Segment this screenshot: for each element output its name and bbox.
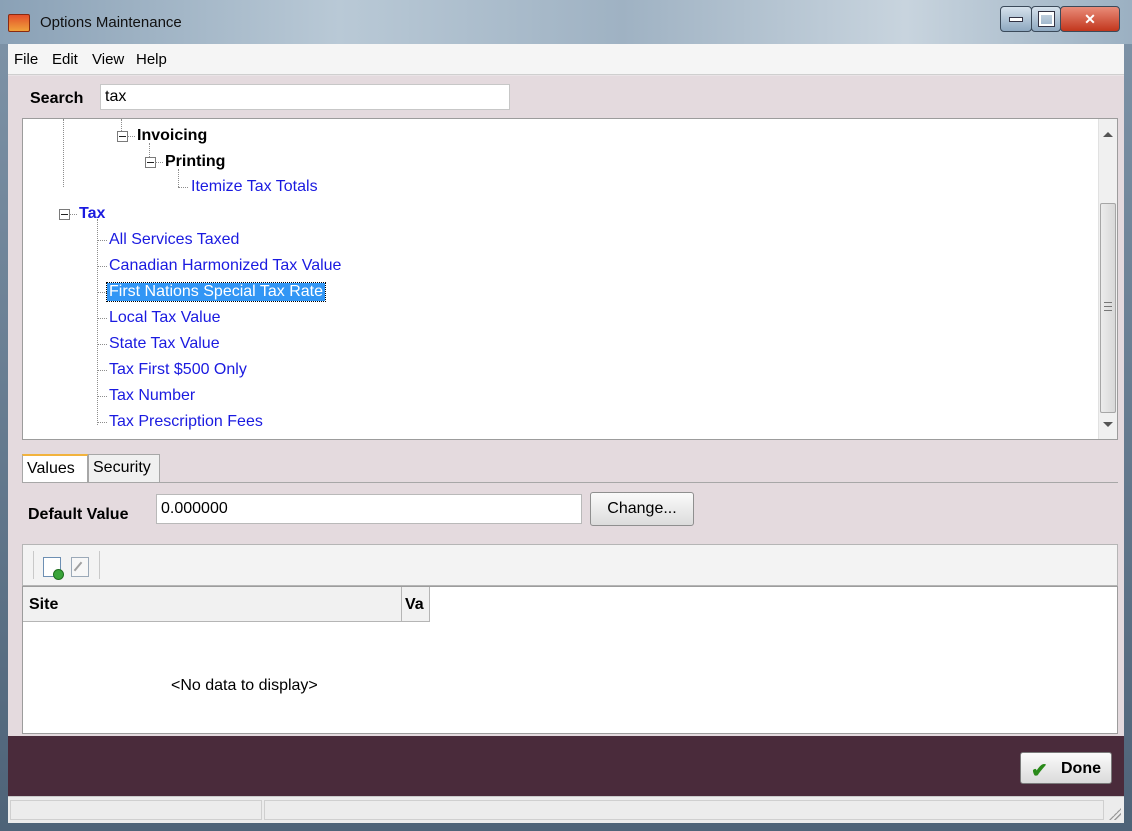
tree-connector bbox=[127, 136, 135, 137]
tab-security[interactable]: Security bbox=[88, 454, 160, 482]
done-button[interactable]: ✔ Done bbox=[1020, 752, 1112, 784]
done-label: Done bbox=[1061, 760, 1101, 777]
tab-divider bbox=[22, 482, 1118, 483]
tree-item-tax-selected[interactable]: First Nations Special Tax Rate bbox=[105, 282, 327, 302]
window-title: Options Maintenance bbox=[40, 14, 182, 31]
default-value-label: Default Value bbox=[28, 506, 129, 523]
search-input[interactable] bbox=[100, 84, 510, 110]
search-label: Search bbox=[30, 90, 84, 107]
tree-connector bbox=[97, 422, 107, 423]
tree-connector bbox=[97, 370, 107, 371]
tree-node-printing[interactable]: Printing bbox=[165, 153, 225, 171]
window: Options Maintenance ✕ File Edit View Hel… bbox=[0, 0, 1132, 831]
tree-item-tax[interactable]: Local Tax Value bbox=[109, 309, 220, 327]
tree-node-tax[interactable]: Tax bbox=[79, 205, 105, 223]
tree-connector bbox=[97, 219, 98, 425]
tree-connector bbox=[97, 344, 107, 345]
tree-node-itemize-tax-totals[interactable]: Itemize Tax Totals bbox=[191, 178, 318, 196]
status-panel bbox=[264, 800, 1104, 820]
tree-connector bbox=[149, 143, 150, 157]
options-tree[interactable]: Invoicing Printing Itemize Tax Totals Ta… bbox=[22, 118, 1118, 440]
tree-connector bbox=[97, 266, 107, 267]
tree-node-invoicing[interactable]: Invoicing bbox=[137, 127, 207, 145]
app-icon bbox=[8, 14, 30, 32]
scroll-thumb[interactable] bbox=[1100, 203, 1116, 413]
menu-help[interactable]: Help bbox=[136, 51, 167, 68]
grid-toolbar bbox=[22, 544, 1118, 586]
minimize-button[interactable] bbox=[1000, 6, 1032, 32]
scroll-up-icon[interactable] bbox=[1103, 132, 1113, 137]
close-button[interactable]: ✕ bbox=[1060, 6, 1120, 32]
grid-header: Site Va bbox=[23, 587, 430, 622]
column-header-value[interactable]: Va bbox=[405, 596, 427, 614]
grip-icon bbox=[1104, 302, 1112, 311]
maximize-button[interactable] bbox=[1031, 6, 1061, 32]
title-bar[interactable]: Options Maintenance ✕ bbox=[0, 0, 1132, 44]
checkmark-icon: ✔ bbox=[1031, 760, 1048, 782]
menu-file[interactable]: File bbox=[14, 51, 38, 68]
new-record-icon[interactable] bbox=[43, 557, 64, 580]
resize-grip-icon[interactable] bbox=[1109, 808, 1121, 820]
tree-connector bbox=[69, 214, 77, 215]
main-panel: Search Invoicing Printing Itemize Tax To… bbox=[8, 76, 1124, 736]
toolbar-separator bbox=[99, 551, 100, 579]
tree-connector bbox=[155, 162, 163, 163]
tree-item-tax[interactable]: Tax Number bbox=[109, 387, 195, 405]
tree-item-tax[interactable]: State Tax Value bbox=[109, 335, 220, 353]
tree-connector bbox=[97, 240, 107, 241]
tree-item-tax[interactable]: Canadian Harmonized Tax Value bbox=[109, 257, 341, 275]
edit-record-icon[interactable] bbox=[71, 557, 89, 577]
minimize-icon bbox=[1009, 16, 1023, 22]
client-area: File Edit View Help Search Invoicing Pri… bbox=[8, 44, 1124, 823]
tree-item-tax[interactable]: All Services Taxed bbox=[109, 231, 239, 249]
status-bar bbox=[8, 796, 1124, 823]
tab-strip: Values Security bbox=[22, 450, 1118, 484]
close-icon: ✕ bbox=[1084, 10, 1096, 27]
scroll-down-icon[interactable] bbox=[1103, 422, 1113, 427]
tree-item-tax[interactable]: Tax First $500 Only bbox=[109, 361, 247, 379]
tree-connector bbox=[63, 119, 64, 187]
menu-edit[interactable]: Edit bbox=[52, 51, 78, 68]
footer-bar: ✔ Done bbox=[8, 736, 1124, 796]
tree-connector bbox=[178, 187, 188, 188]
site-values-grid[interactable]: Site Va <No data to display> bbox=[22, 586, 1118, 734]
tree-connector bbox=[121, 119, 122, 131]
column-divider[interactable] bbox=[401, 587, 402, 621]
empty-grid-message: <No data to display> bbox=[171, 677, 318, 694]
tab-values[interactable]: Values bbox=[22, 454, 88, 482]
tree-connector bbox=[97, 292, 107, 293]
menu-view[interactable]: View bbox=[92, 51, 124, 68]
tree-item-tax[interactable]: Tax Prescription Fees bbox=[109, 413, 263, 431]
status-panel bbox=[10, 800, 262, 820]
toolbar-separator bbox=[33, 551, 34, 579]
tree-scrollbar[interactable] bbox=[1098, 119, 1117, 439]
default-value-field[interactable] bbox=[156, 494, 582, 524]
tree-connector bbox=[97, 318, 107, 319]
column-header-site[interactable]: Site bbox=[29, 596, 58, 614]
maximize-icon bbox=[1038, 12, 1054, 26]
menu-bar: File Edit View Help bbox=[8, 44, 1124, 75]
change-button[interactable]: Change... bbox=[590, 492, 694, 526]
tree-connector bbox=[97, 396, 107, 397]
tree-connector bbox=[178, 169, 179, 187]
